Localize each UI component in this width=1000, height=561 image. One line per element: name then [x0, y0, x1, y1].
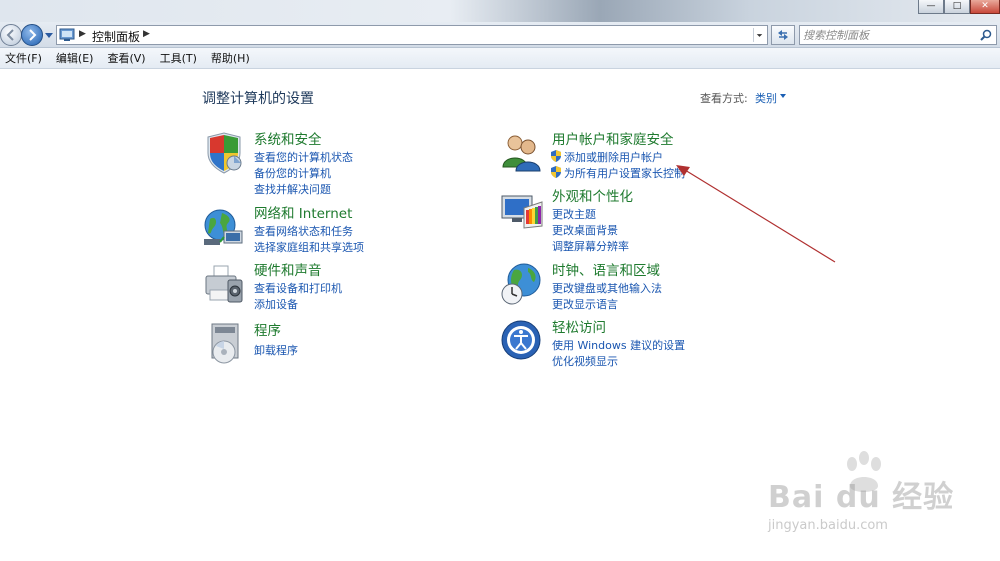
menu-help[interactable]: 帮助(H) — [206, 50, 255, 66]
link-view-computer-status[interactable]: 查看您的计算机状态 — [254, 149, 353, 165]
recent-pages-dropdown-icon[interactable] — [45, 31, 53, 39]
category-ease-of-access: 轻松访问 使用 Windows 建议的设置 优化视频显示 — [500, 316, 790, 369]
maximize-button[interactable]: □ — [944, 0, 970, 14]
link-uninstall-program[interactable]: 卸载程序 — [254, 342, 298, 358]
link-troubleshoot[interactable]: 查找并解决问题 — [254, 181, 331, 197]
menu-file[interactable]: 文件(F) — [0, 50, 47, 66]
control-panel-icon — [59, 28, 75, 41]
users-icon[interactable] — [500, 131, 544, 175]
watermark-brand: Bai du 经验 — [768, 480, 955, 515]
link-adjust-screen-resolution[interactable]: 调整屏幕分辨率 — [552, 238, 629, 254]
category-clock-language-region: 时钟、语言和区域 更改键盘或其他输入法 更改显示语言 — [500, 259, 790, 312]
menu-tools[interactable]: 工具(T) — [155, 50, 202, 66]
ease-of-access-icon[interactable] — [500, 319, 544, 363]
close-button[interactable]: ✕ — [970, 0, 1000, 14]
link-parental-controls[interactable]: 为所有用户设置家长控制 — [564, 165, 685, 181]
category-title[interactable]: 轻松访问 — [552, 316, 606, 336]
uac-shield-icon — [551, 150, 561, 162]
category-title[interactable]: 外观和个性化 — [552, 185, 633, 205]
view-by-label: 查看方式: — [700, 92, 748, 105]
breadcrumb-control-panel[interactable]: 控制面板 — [92, 28, 140, 45]
back-arrow-icon — [6, 29, 14, 41]
minimize-button[interactable]: — — [918, 0, 944, 14]
address-history-dropdown-icon[interactable] — [753, 28, 765, 42]
view-by-dropdown[interactable]: 类别 — [755, 90, 777, 106]
link-add-remove-user-accounts[interactable]: 添加或删除用户帐户 — [564, 149, 663, 165]
category-hardware-sound: 硬件和声音 查看设备和打印机 添加设备 — [202, 259, 482, 312]
link-view-network-status[interactable]: 查看网络状态和任务 — [254, 223, 353, 239]
link-change-desktop-background[interactable]: 更改桌面背景 — [552, 222, 618, 238]
refresh-icon — [778, 30, 788, 40]
view-by-chevron-down-icon[interactable] — [780, 94, 786, 98]
globe-clock-icon[interactable] — [500, 262, 544, 306]
menu-bar: 文件(F) 编辑(E) 查看(V) 工具(T) 帮助(H) — [0, 48, 1000, 69]
category-title[interactable]: 用户帐户和家庭安全 — [552, 128, 674, 148]
link-optimize-video-display[interactable]: 优化视频显示 — [552, 353, 618, 369]
baidu-jingyan-watermark: Bai du 经验 jingyan.baidu.com — [760, 450, 990, 550]
link-change-display-language[interactable]: 更改显示语言 — [552, 296, 618, 312]
window-title-bar: — □ ✕ — [0, 0, 1000, 22]
monitor-palette-icon[interactable] — [500, 188, 544, 232]
address-toolbar: ▶ 控制面板 ▶ — [0, 22, 1000, 48]
breadcrumb-separator-icon[interactable]: ▶ — [143, 29, 150, 39]
category-programs: 程序 卸载程序 — [202, 322, 482, 364]
network-globe-icon[interactable] — [202, 205, 246, 249]
menu-edit[interactable]: 编辑(E) — [51, 50, 99, 66]
page-title: 调整计算机的设置 — [202, 91, 314, 107]
link-change-keyboard-input[interactable]: 更改键盘或其他输入法 — [552, 280, 662, 296]
forward-button[interactable] — [21, 24, 43, 46]
window-controls: — □ ✕ — [918, 0, 1000, 14]
link-change-theme[interactable]: 更改主题 — [552, 206, 596, 222]
search-input[interactable] — [803, 28, 973, 43]
category-title[interactable]: 程序 — [254, 319, 281, 339]
link-backup-computer[interactable]: 备份您的计算机 — [254, 165, 331, 181]
printer-icon[interactable] — [202, 262, 246, 306]
menu-view[interactable]: 查看(V) — [102, 50, 150, 66]
search-box[interactable] — [799, 25, 997, 45]
link-devices-printers[interactable]: 查看设备和打印机 — [254, 280, 342, 296]
uac-shield-icon — [551, 166, 561, 178]
shield-icon[interactable] — [202, 131, 246, 175]
category-network-internet: 网络和 Internet 查看网络状态和任务 选择家庭组和共享选项 — [202, 202, 482, 255]
category-title[interactable]: 网络和 Internet — [254, 202, 352, 222]
search-icon[interactable] — [980, 29, 992, 41]
link-use-windows-recommended-settings[interactable]: 使用 Windows 建议的设置 — [552, 337, 685, 353]
link-homegroup-sharing[interactable]: 选择家庭组和共享选项 — [254, 239, 364, 255]
category-title[interactable]: 时钟、语言和区域 — [552, 259, 660, 279]
breadcrumb-separator-icon[interactable]: ▶ — [79, 29, 86, 39]
category-title[interactable]: 系统和安全 — [254, 128, 322, 148]
back-button[interactable] — [0, 24, 22, 46]
link-add-device[interactable]: 添加设备 — [254, 296, 298, 312]
programs-disc-icon[interactable] — [202, 322, 246, 366]
category-appearance-personalization: 外观和个性化 更改主题 更改桌面背景 调整屏幕分辨率 — [500, 185, 790, 253]
category-system-security: 系统和安全 查看您的计算机状态 备份您的计算机 查找并解决问题 — [202, 128, 482, 196]
refresh-button[interactable] — [771, 25, 795, 45]
address-bar[interactable]: ▶ 控制面板 ▶ — [56, 25, 768, 45]
category-user-accounts: 用户帐户和家庭安全 添加或删除用户帐户 为所有用户设置家长控制 — [500, 128, 790, 180]
category-title[interactable]: 硬件和声音 — [254, 259, 322, 279]
watermark-url: jingyan.baidu.com — [768, 518, 888, 533]
forward-arrow-icon — [29, 29, 37, 41]
